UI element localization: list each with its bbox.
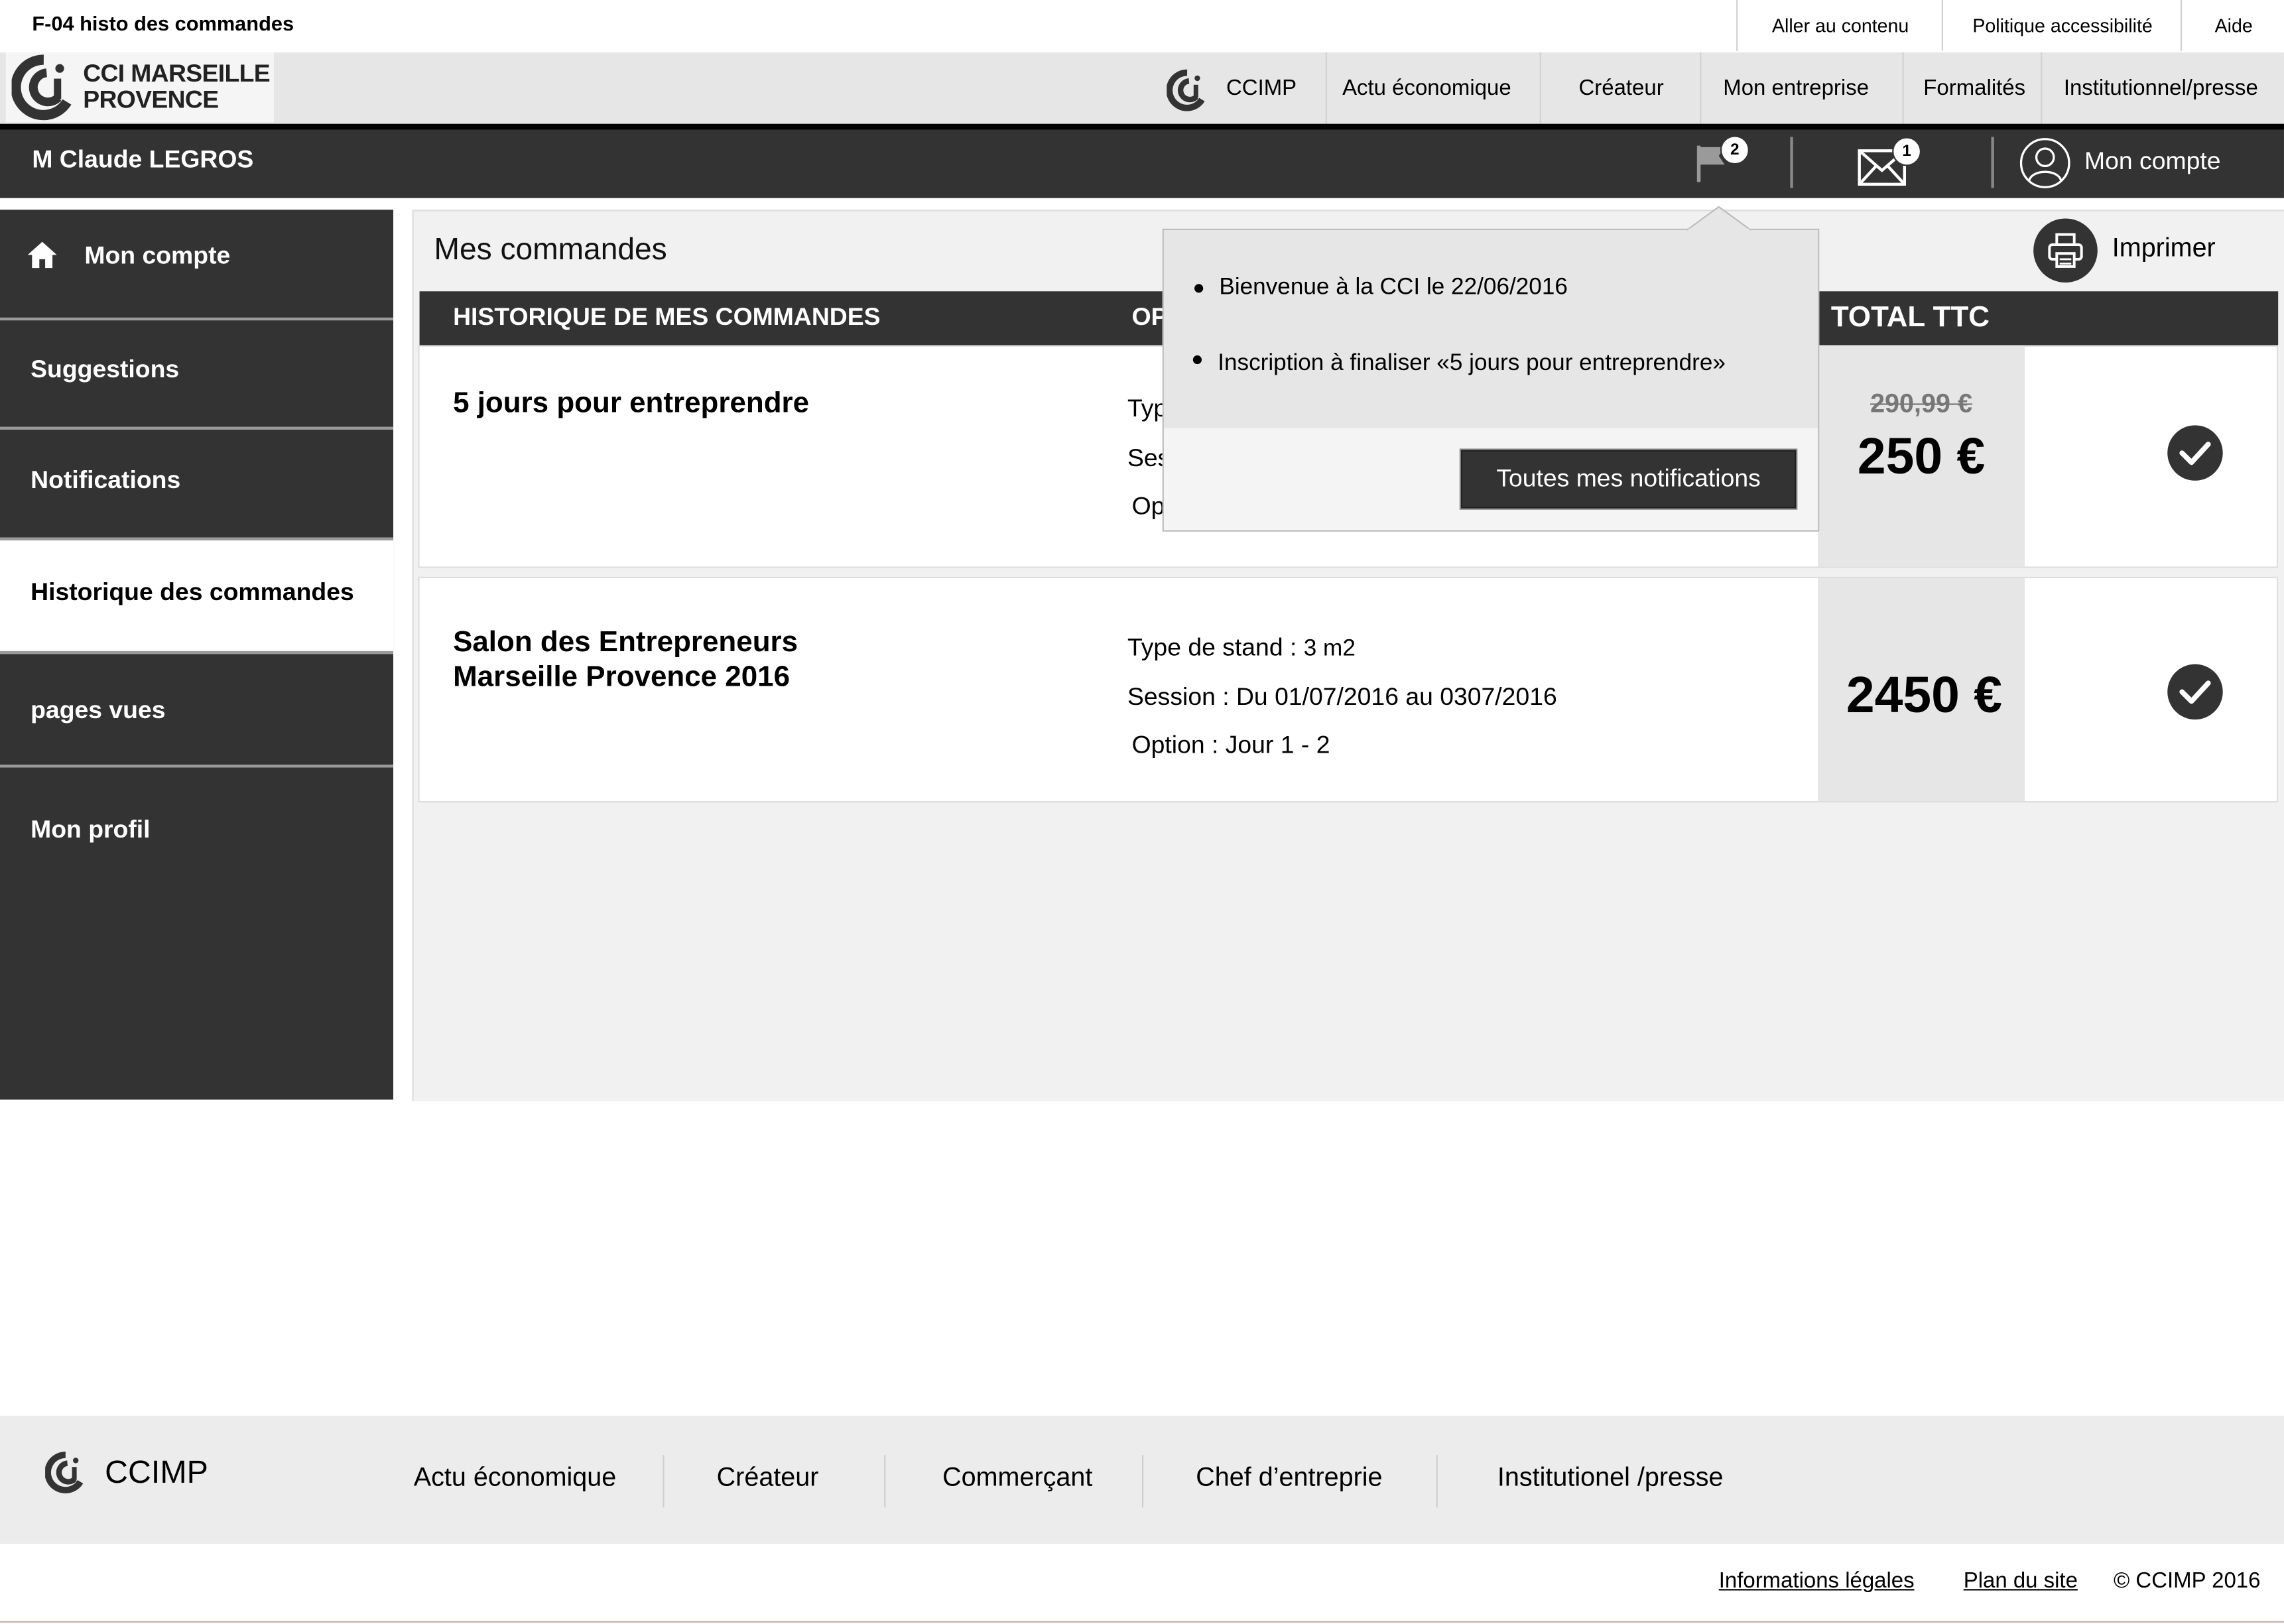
nav-formalites[interactable]: Formalités (1904, 52, 2045, 124)
page-title: Mes commandes (434, 233, 667, 267)
sidebar-item-suggestions[interactable]: Suggestions (0, 320, 394, 430)
sidebar-item-label: Notifications (31, 466, 181, 494)
nav-createur[interactable]: Créateur (1541, 52, 1702, 124)
footer-link-chef-entreprise[interactable]: Chef d’entreprie (1196, 1462, 1382, 1493)
status-check (2167, 664, 2223, 720)
sidebar-item-label: Historique des commandes (31, 578, 354, 606)
order-type-value: 3 m2 (1303, 636, 1356, 662)
status-check (2167, 425, 2223, 481)
order-title: 5 jours pour entreprendre (453, 387, 810, 420)
accessibility-policy-link[interactable]: Politique accessibilité (1941, 0, 2182, 51)
footer-link-commercant[interactable]: Commerçant (942, 1462, 1092, 1493)
userbar-separator (1790, 137, 1793, 188)
order-title: Salon des Entrepreneurs Marseille Proven… (453, 625, 798, 694)
old-price: 290,99 € (1870, 389, 1972, 418)
order-price: 2450 € (1846, 666, 2003, 724)
print-label[interactable]: Imprimer (2112, 233, 2216, 263)
nav-divider (0, 123, 2284, 130)
mail-badge: 1 (1892, 137, 1922, 166)
bullet (1192, 355, 1202, 365)
order-title-line-1: Salon des Entrepreneurs (453, 626, 798, 658)
order-option: Op (1131, 492, 1165, 521)
checkmark-icon (2179, 680, 2211, 704)
footer-link-institutionnel[interactable]: Institutionel /presse (1497, 1462, 1724, 1493)
account-link[interactable]: Mon compte (2084, 147, 2220, 176)
sidebar-item-historique-des-commandes[interactable]: Historique des commandes (0, 540, 394, 655)
legal-info-link[interactable]: Informations légales (1719, 1569, 1915, 1593)
checkmark-icon (2179, 442, 2211, 466)
help-link[interactable]: Aide (2181, 0, 2284, 51)
user-bar (0, 129, 2284, 198)
nav-mon-entreprise[interactable]: Mon entreprise (1701, 52, 1891, 124)
bottom-border (0, 1621, 2284, 1623)
sidebar-item-mon-profil[interactable]: Mon profil (0, 768, 393, 885)
footer-separator (884, 1455, 886, 1508)
skip-to-content-link[interactable]: Aller au contenu (1736, 0, 1943, 51)
sidebar-item-pages-vues[interactable]: pages vues (0, 654, 394, 768)
popover-arrow (1686, 206, 1751, 232)
bullet (1194, 284, 1204, 293)
home-icon (27, 241, 57, 269)
order-option: Option : Jour 1 - 2 (1131, 731, 1330, 759)
sidebar-item-label: Mon compte (84, 241, 231, 270)
notifications-list (1163, 230, 1818, 428)
sidebar-item-notifications[interactable]: Notifications (0, 430, 394, 540)
cci-footer-logo-icon (45, 1452, 84, 1493)
ccimp-nav-icon (1167, 69, 1205, 111)
userbar-separator (1991, 137, 1994, 188)
order-type: Type de stand : 3 m2 (1127, 633, 1356, 662)
footer-brand[interactable]: CCIMP (105, 1454, 208, 1491)
footer-link-actu[interactable]: Actu économique (414, 1462, 617, 1493)
user-avatar-icon[interactable] (2019, 137, 2071, 189)
sidebar-item-label: Suggestions (31, 355, 180, 383)
notification-item[interactable]: Bienvenue à la CCI le 22/06/2016 (1219, 275, 1568, 302)
header-total: TOTAL TTC (1830, 301, 1990, 334)
sidebar-item-label: pages vues (31, 696, 166, 724)
logo-line-1: CCI MARSEILLE (83, 60, 271, 88)
copyright: © CCIMP 2016 (2113, 1568, 2261, 1593)
cci-logo-icon (11, 54, 72, 121)
order-type: Typ (1127, 395, 1168, 422)
flag-badge: 2 (1720, 135, 1749, 165)
order-title-line-2: Marseille Provence 2016 (453, 661, 791, 694)
footer-separator (1141, 1455, 1144, 1508)
order-type-label: Type de stand : (1127, 633, 1297, 662)
user-name: M Claude LEGROS (32, 145, 254, 174)
all-notifications-button[interactable]: Toutes mes notifications (1460, 450, 1797, 509)
order-session: Session : Du 01/07/2016 au 0307/2016 (1127, 683, 1557, 711)
sidebar-item-mon-compte[interactable]: Mon compte (0, 210, 394, 321)
footer-separator (663, 1455, 665, 1508)
notification-item[interactable]: Inscription à finaliser «5 jours pour en… (1218, 351, 1726, 377)
footer-link-createur[interactable]: Créateur (717, 1462, 819, 1493)
logo-line-2: PROVENCE (83, 86, 219, 114)
order-price: 250 € (1857, 428, 1986, 485)
nav-actu-economique[interactable]: Actu économique (1327, 52, 1527, 124)
sidebar-item-label: Mon profil (31, 815, 151, 843)
sitemap-link[interactable]: Plan du site (1964, 1569, 2078, 1593)
nav-ccimp[interactable]: CCIMP (1215, 52, 1308, 124)
page-label: F-04 histo des commandes (32, 11, 294, 35)
logo-text: CCI MARSEILLE PROVENCE (83, 60, 271, 114)
footer-separator (1436, 1455, 1438, 1508)
header-history: HISTORIQUE DE MES COMMANDES (453, 302, 881, 331)
print-button[interactable] (2033, 218, 2098, 283)
printer-icon (2048, 233, 2083, 268)
nav-institutionnel-presse[interactable]: Institutionnel/presse (2042, 52, 2279, 124)
